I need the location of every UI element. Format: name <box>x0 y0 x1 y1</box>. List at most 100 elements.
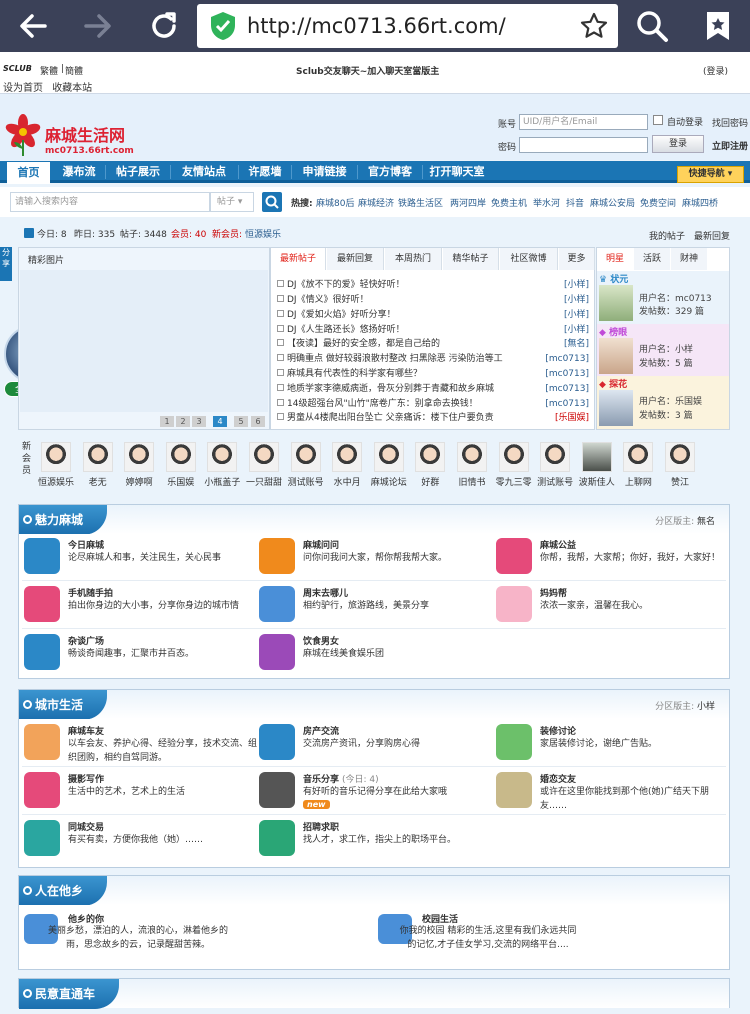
forum-title[interactable]: 麻城公益 <box>540 538 576 551</box>
new-member[interactable]: 测试账号 <box>536 442 574 488</box>
section-title-tab[interactable]: 城市生活 <box>19 690 108 720</box>
search-input[interactable]: 请输入搜索内容 <box>10 192 210 212</box>
pic-pager[interactable]: 1 <box>160 416 174 427</box>
star-member[interactable]: ◆ 榜眼 用户名：小样 发帖数：5 篇 <box>597 324 729 377</box>
forum-title[interactable]: 杂谈广场 <box>68 634 104 647</box>
tab-weekly-hot[interactable]: 本周热门 <box>385 248 442 270</box>
new-member-link[interactable]: 恒源娱乐 <box>245 227 281 240</box>
bookmark-link[interactable]: 收藏本站 <box>52 83 92 94</box>
post-item[interactable]: 明确重点 做好较弱浪散村整改 扫黑除恶 污染防治等工 [mc0713] <box>277 352 589 366</box>
tab-featured-posts[interactable]: 精华帖子 <box>443 248 499 270</box>
lang-simplified-link[interactable]: 簡體 <box>65 64 83 77</box>
forum-item[interactable]: 装修讨论 家居装修讨论，谢绝广告贴。 <box>496 722 726 768</box>
flower-icon[interactable] <box>496 772 532 808</box>
search-button[interactable] <box>262 192 282 212</box>
forum-title[interactable]: 婚恋交友 <box>540 772 576 785</box>
post-item[interactable]: DJ《放不下的爱》轻快好听！ [小样] <box>277 278 589 292</box>
nav-home[interactable]: 首页 <box>7 162 50 184</box>
tab-community-weibo[interactable]: 社区微博 <box>500 248 558 270</box>
latest-replies-link[interactable]: 最新回复 <box>694 229 730 242</box>
post-item[interactable]: 【夜读】最好的安全感，都是自己给的 [無名] <box>277 337 589 351</box>
hot-search-link[interactable]: 麻城公安局 <box>590 196 635 209</box>
forum-title[interactable]: 妈妈帮 <box>540 586 567 599</box>
house-icon[interactable] <box>259 724 295 760</box>
nav-waterfall[interactable]: 瀑布流 <box>56 161 102 183</box>
account-input[interactable]: UID/用户名/Email <box>519 114 648 130</box>
new-member[interactable]: 乐国娱 <box>162 442 200 488</box>
share-tab[interactable]: 分享 <box>0 247 12 281</box>
tab-more[interactable]: 更多 <box>559 248 595 270</box>
post-item[interactable]: DJ《人生路还长》悠扬好听！ [小样] <box>277 323 589 337</box>
post-author[interactable]: [乐国娱] <box>555 411 589 425</box>
new-member[interactable]: 恒源娱乐 <box>37 442 75 488</box>
my-posts-link[interactable]: 我的帖子 <box>649 229 685 242</box>
pic-pager[interactable]: 5 <box>234 416 248 427</box>
section-title-tab[interactable]: 人在他乡 <box>19 876 108 906</box>
hot-search-link[interactable]: 免费主机 <box>491 196 527 209</box>
topbar-login-link[interactable]: (登录) <box>703 64 728 77</box>
cup-icon[interactable] <box>24 634 60 670</box>
section-title-tab[interactable]: 魅力麻城 <box>19 505 108 535</box>
new-member[interactable]: 旧情书 <box>453 442 491 488</box>
sclub-logo[interactable]: SCLUB <box>3 64 32 73</box>
forum-item[interactable]: 饮食男女 麻城在线美食娱乐团 <box>259 632 489 678</box>
hot-search-link[interactable]: 麻城80后 <box>316 196 354 209</box>
forum-title[interactable]: 装修讨论 <box>540 724 576 737</box>
post-author[interactable]: [小样] <box>564 293 589 307</box>
post-author[interactable]: [小样] <box>564 308 589 322</box>
back-arrow-icon[interactable] <box>13 6 53 46</box>
topbar-center-title[interactable]: Sclub交友聊天~加入聊天室當版主 <box>296 64 439 77</box>
pen-icon[interactable] <box>259 820 295 856</box>
star-bookmark-icon[interactable] <box>580 12 608 40</box>
hot-search-link[interactable]: 两河四岸 <box>450 196 486 209</box>
new-member[interactable]: 赞江 <box>661 442 699 488</box>
forum-item[interactable]: 校园生活 你我的校园 精彩的生活,这里有我们永远共同的记忆,才子佳女学习,交流的网… <box>378 910 658 966</box>
moderator-link[interactable]: 無名 <box>697 517 715 527</box>
forum-item[interactable]: 他乡的你 美丽乡愁，漂泊的人，流浪的心，淋着他乡的雨，思念故乡的云，记录醒甜苦辣。 <box>24 910 304 966</box>
forum-title[interactable]: 麻城车友 <box>68 724 104 737</box>
heart-icon[interactable] <box>496 538 532 574</box>
paint-roller-icon[interactable] <box>496 724 532 760</box>
nav-wish-wall[interactable]: 许愿墙 <box>243 161 287 183</box>
chat-icon[interactable] <box>24 538 60 574</box>
forum-item[interactable]: 同城交易 有买有卖，方便你我他（她）…… <box>24 818 254 864</box>
nav-open-chatroom[interactable]: 打开聊天室 <box>427 161 487 183</box>
post-author[interactable]: [mc0713] <box>545 367 589 381</box>
hot-search-link[interactable]: 免费空间 <box>640 196 676 209</box>
forum-item[interactable]: 今日麻城 论尽麻城人和事，关注民生，关心民事 <box>24 536 254 582</box>
forum-title[interactable]: 手机随手拍 <box>68 586 113 599</box>
set-home-link[interactable]: 设为首页 <box>3 83 43 94</box>
lollipop-icon[interactable] <box>259 634 295 670</box>
new-member[interactable]: 零九三零 <box>495 442 533 488</box>
forum-title[interactable]: 周末去哪儿 <box>303 586 348 599</box>
forum-item[interactable]: 房产交流 交流房产资讯，分享购房心得 <box>259 722 489 768</box>
site-logo-text[interactable]: 麻城生活网 <box>45 122 125 146</box>
nav-post-display[interactable]: 帖子展示 <box>110 161 166 183</box>
forum-item[interactable]: 妈妈帮 浓浓一家亲，温馨在我心。 <box>496 584 726 630</box>
camera-icon[interactable] <box>24 586 60 622</box>
new-member[interactable]: 老无 <box>79 442 117 488</box>
star-member[interactable]: ◆ 探花 用户名：乐国娱 发帖数：3 篇 <box>597 376 729 429</box>
post-author[interactable]: [mc0713] <box>545 397 589 411</box>
login-button[interactable]: 登录 <box>652 135 704 153</box>
forum-item[interactable]: 音乐分享 (今日: 4) 有好听的音乐记得分享在此给大家哦 new <box>259 770 489 816</box>
balloon-icon[interactable] <box>259 586 295 622</box>
bookmarks-icon[interactable] <box>698 6 738 46</box>
post-item[interactable]: 麻城具有代表性的科学家有哪些？ [mc0713] <box>277 367 589 381</box>
post-item[interactable]: DJ《爱如火焰》好听分享！ [小样] <box>277 308 589 322</box>
forum-title[interactable]: 招聘求职 <box>303 820 339 833</box>
forum-item[interactable]: 麻城公益 你帮，我帮，大家帮；你好，我好，大家好！ <box>496 536 726 582</box>
camera-icon[interactable] <box>24 772 60 808</box>
auto-login-checkbox[interactable] <box>653 115 663 125</box>
tab-active[interactable]: 活跃 <box>634 248 670 270</box>
car-icon[interactable] <box>24 724 60 760</box>
pic-pager[interactable]: 2 <box>176 416 190 427</box>
new-member[interactable]: 上聊网 <box>619 442 657 488</box>
forum-item[interactable]: 婚恋交友 或许在这里你能找到那个他(她)广结天下朋友…… <box>496 770 726 816</box>
password-input[interactable] <box>519 137 648 153</box>
post-author[interactable]: [mc0713] <box>545 352 589 366</box>
forum-item[interactable]: 麻城车友 以车会友、养护心得、经验分享，技术交流、组织团购，相约自驾同游。 <box>24 722 257 768</box>
hot-search-link[interactable]: 麻城四桥 <box>682 196 718 209</box>
register-link[interactable]: 立即注册 <box>712 139 748 152</box>
forum-item[interactable]: 周末去哪儿 相约驴行，旅游路线，美景分享 <box>259 584 489 630</box>
